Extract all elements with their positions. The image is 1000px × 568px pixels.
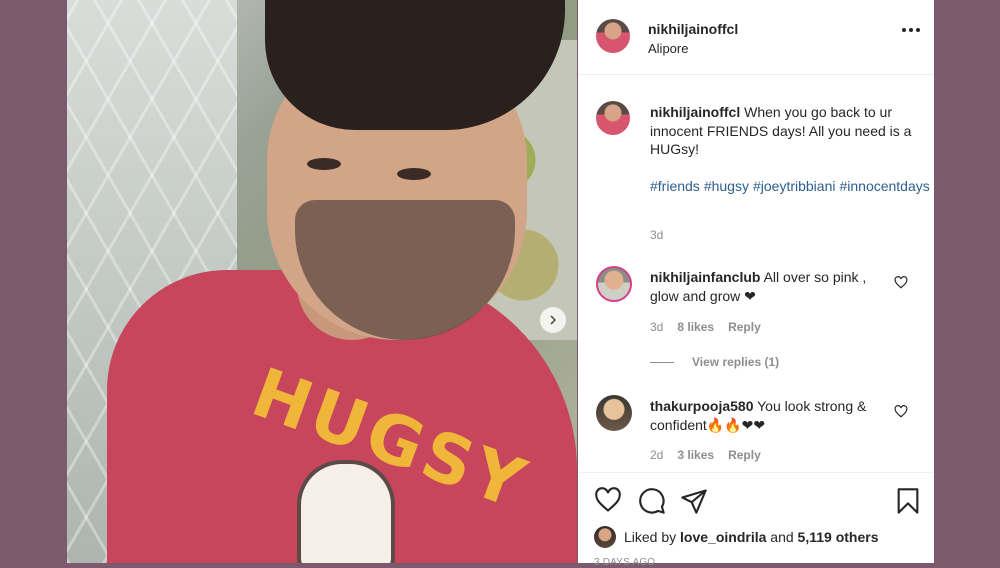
post-side-panel: nikhiljainoffcl Alipore nikhiljainoffcl … — [578, 0, 934, 568]
comment-icon[interactable] — [638, 487, 666, 515]
next-photo-button[interactable] — [540, 307, 566, 333]
comment-text: nikhiljainfanclub All over so pink , glo… — [650, 268, 886, 305]
comment-time[interactable]: 3d — [650, 320, 663, 334]
share-icon[interactable] — [680, 487, 708, 515]
heart-icon[interactable] — [594, 487, 622, 513]
comment-reply-button[interactable]: Reply — [728, 320, 761, 334]
heart-icon[interactable] — [894, 276, 908, 289]
hashtag-link[interactable]: #joeytribbiani — [753, 178, 836, 194]
comment-meta: 2d 3 likes Reply — [650, 448, 761, 462]
header-username[interactable]: nikhiljainoffcl — [648, 21, 738, 37]
photo-eye-left — [307, 158, 341, 170]
divider — [650, 361, 674, 363]
hashtags: #friends #hugsy #joeytribbiani #innocentday… — [650, 177, 930, 196]
caption-username[interactable]: nikhiljainoffcl — [650, 104, 740, 120]
liker-avatar[interactable] — [594, 526, 616, 548]
header-location[interactable]: Alipore — [648, 41, 688, 56]
comment-avatar[interactable] — [596, 395, 632, 431]
likes-others[interactable]: 5,119 others — [798, 529, 879, 545]
comment-meta: 3d 8 likes Reply — [650, 320, 761, 334]
chevron-right-icon — [550, 315, 557, 325]
caption-timestamp[interactable]: 3d — [650, 228, 663, 242]
likes-mid: and — [770, 529, 794, 545]
comment-username[interactable]: nikhiljainfanclub — [650, 269, 760, 285]
likes-prefix: Liked by — [624, 529, 677, 545]
caption-text: nikhiljainoffcl When you go back to ur i… — [650, 103, 915, 159]
view-replies-button[interactable]: View replies (1) — [650, 355, 779, 369]
heart-icon[interactable] — [894, 405, 908, 418]
post-header: nikhiljainoffcl Alipore — [578, 0, 934, 75]
comment-text: thakurpooja580 You look strong & confide… — [650, 397, 886, 434]
caption-avatar[interactable] — [596, 101, 630, 135]
comment-likes[interactable]: 3 likes — [677, 448, 714, 462]
comment-time[interactable]: 2d — [650, 448, 663, 462]
comment-username[interactable]: thakurpooja580 — [650, 398, 753, 414]
post-photo[interactable]: HUGSY — [67, 0, 577, 563]
photo-eye-right — [397, 168, 431, 180]
more-icon[interactable] — [902, 28, 920, 32]
likes-summary: Liked by love_oindrila and 5,119 others — [594, 526, 878, 548]
comment-reply-button[interactable]: Reply — [728, 448, 761, 462]
view-replies-label: View replies (1) — [692, 355, 780, 369]
avatar[interactable] — [596, 19, 630, 53]
shirt-penguin-graphic — [297, 460, 395, 563]
hashtag-link[interactable]: #friends — [650, 178, 700, 194]
hashtag-link[interactable]: #hugsy — [704, 178, 749, 194]
post-actions: Liked by love_oindrila and 5,119 others … — [578, 472, 934, 568]
comment-avatar[interactable] — [596, 266, 632, 302]
hashtag-link[interactable]: #innocentdays — [839, 178, 929, 194]
bookmark-icon[interactable] — [896, 487, 920, 515]
comment-likes[interactable]: 8 likes — [677, 320, 714, 334]
liker-username[interactable]: love_oindrila — [680, 529, 766, 545]
